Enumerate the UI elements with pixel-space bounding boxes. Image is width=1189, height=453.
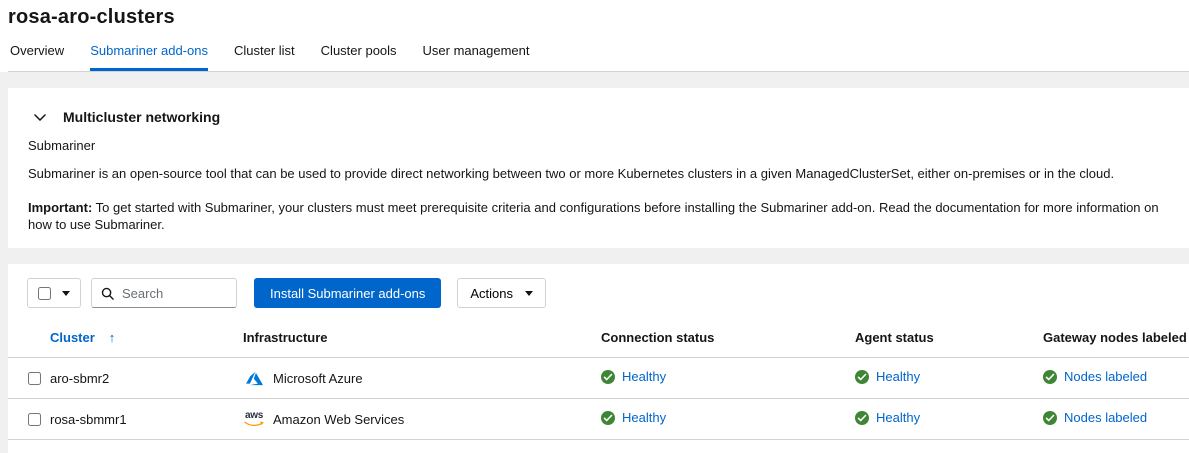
column-header-cluster[interactable]: Cluster ↑	[50, 326, 243, 358]
chevron-down-icon	[34, 114, 46, 121]
column-header-connection-status[interactable]: Connection status	[601, 326, 855, 358]
check-circle-icon	[601, 370, 615, 384]
cluster-header-label: Cluster	[50, 330, 95, 345]
check-circle-icon	[1043, 370, 1057, 384]
agent-status-label: Healthy	[876, 410, 920, 425]
row-checkbox[interactable]	[28, 372, 41, 385]
multicluster-networking-expand-toggle[interactable]: Multicluster networking	[28, 109, 1173, 125]
tab-overview[interactable]: Overview	[10, 43, 64, 71]
agent-status-link[interactable]: Healthy	[855, 369, 920, 384]
section-title: Multicluster networking	[63, 109, 220, 125]
submariner-table-card: Install Submariner add-ons Actions Clust…	[8, 264, 1189, 453]
actions-label: Actions	[470, 286, 513, 301]
connection-status-link[interactable]: Healthy	[601, 369, 666, 384]
connection-status-label: Healthy	[622, 410, 666, 425]
caret-down-icon	[525, 291, 533, 296]
important-text: To get started with Submariner, your clu…	[28, 200, 1159, 233]
submariner-description: Submariner is an open-source tool that c…	[28, 165, 1173, 183]
tab-cluster-list[interactable]: Cluster list	[234, 43, 295, 71]
column-header-gateway-nodes-labeled[interactable]: Gateway nodes labeled	[1043, 326, 1189, 358]
bulk-select-checkbox[interactable]	[38, 287, 51, 300]
sort-ascending-icon: ↑	[109, 330, 116, 345]
table-row: rosa-sbmmr1 aws Amazon Web Services	[8, 399, 1189, 440]
infrastructure-label: Microsoft Azure	[273, 371, 363, 386]
aws-logo-text: aws	[245, 411, 263, 421]
column-header-infrastructure[interactable]: Infrastructure	[243, 326, 601, 358]
table-header-row: Cluster ↑ Infrastructure Connection statu…	[8, 326, 1189, 358]
azure-logo-icon	[243, 370, 265, 387]
actions-dropdown-button[interactable]: Actions	[457, 278, 546, 308]
check-circle-icon	[855, 411, 869, 425]
important-label: Important:	[28, 200, 92, 215]
infrastructure-label: Amazon Web Services	[273, 412, 404, 427]
gateway-status-label: Nodes labeled	[1064, 369, 1147, 384]
check-circle-icon	[855, 370, 869, 384]
table-row: aro-sbmr2 Microsoft Azure Healthy	[8, 358, 1189, 399]
page-title: rosa-aro-clusters	[8, 6, 1189, 29]
infrastructure-cell: Microsoft Azure	[243, 370, 601, 387]
cluster-name: aro-sbmr2	[50, 358, 243, 399]
page-header: rosa-aro-clusters Overview Submariner ad…	[0, 0, 1189, 72]
multicluster-networking-card: Multicluster networking Submariner Subma…	[8, 88, 1189, 248]
tab-bar: Overview Submariner add-ons Cluster list…	[8, 43, 1189, 72]
gateway-status-link[interactable]: Nodes labeled	[1043, 410, 1147, 425]
gateway-status-label: Nodes labeled	[1064, 410, 1147, 425]
tab-submariner-add-ons[interactable]: Submariner add-ons	[90, 43, 208, 71]
search-box	[91, 278, 237, 308]
check-circle-icon	[601, 411, 615, 425]
connection-status-label: Healthy	[622, 369, 666, 384]
check-circle-icon	[1043, 411, 1057, 425]
gateway-status-link[interactable]: Nodes labeled	[1043, 369, 1147, 384]
aws-logo-icon: aws	[243, 411, 265, 427]
row-checkbox[interactable]	[28, 413, 41, 426]
cluster-name: rosa-sbmmr1	[50, 399, 243, 440]
header-checkbox-spacer	[8, 326, 50, 358]
important-note: Important: To get started with Submarine…	[28, 199, 1173, 234]
column-header-agent-status[interactable]: Agent status	[855, 326, 1043, 358]
table-toolbar: Install Submariner add-ons Actions	[8, 264, 1189, 308]
tab-user-management[interactable]: User management	[423, 43, 530, 71]
clusters-table: Cluster ↑ Infrastructure Connection statu…	[8, 326, 1189, 440]
connection-status-link[interactable]: Healthy	[601, 410, 666, 425]
page-content: Multicluster networking Submariner Subma…	[0, 72, 1189, 453]
search-input[interactable]	[122, 286, 222, 301]
search-icon	[101, 287, 114, 300]
bulk-select-dropdown[interactable]	[27, 278, 81, 308]
tab-cluster-pools[interactable]: Cluster pools	[321, 43, 397, 71]
agent-status-label: Healthy	[876, 369, 920, 384]
install-submariner-add-ons-button[interactable]: Install Submariner add-ons	[254, 278, 441, 308]
agent-status-link[interactable]: Healthy	[855, 410, 920, 425]
infrastructure-cell: aws Amazon Web Services	[243, 411, 601, 427]
caret-down-icon	[62, 291, 70, 296]
submariner-subtitle: Submariner	[28, 138, 1173, 153]
